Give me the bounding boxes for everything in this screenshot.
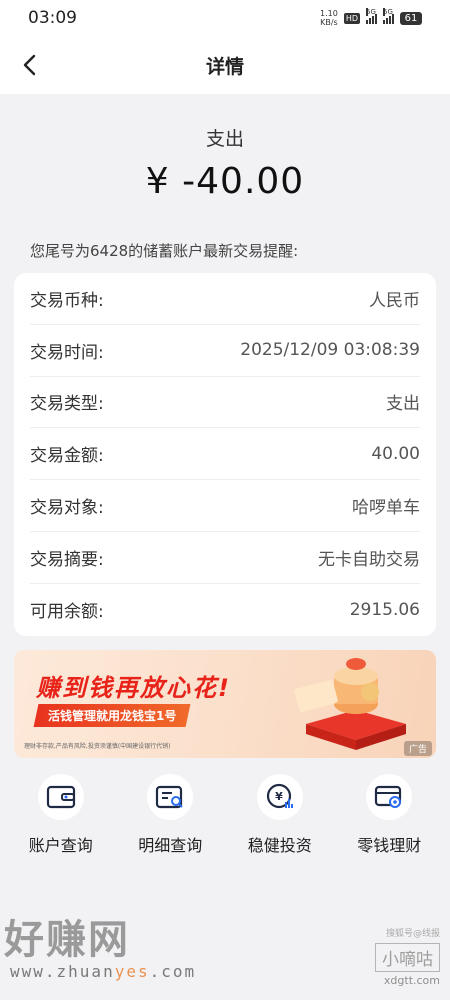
detail-row-type: 交易类型: 支出 [30, 377, 420, 429]
wallet-icon [37, 773, 84, 820]
status-icons: 1.10 KB/s HD 5G 5G 61 [320, 8, 422, 27]
detail-row-time: 交易时间: 2025/12/09 03:08:39 [30, 325, 420, 377]
quick-link-small-change[interactable]: 零钱理财 [339, 773, 439, 856]
svg-text:¥: ¥ [275, 790, 283, 803]
watermark-url-highlight: yes [114, 962, 150, 981]
detail-label: 交易摘要: [30, 549, 104, 570]
ad-badge: 广告 [403, 740, 432, 756]
page-title: 详情 [205, 55, 244, 78]
detail-value: 40.00 [371, 443, 420, 464]
watermark-url-suffix: .com [149, 962, 197, 981]
detail-label: 交易类型: [30, 394, 104, 415]
chevron-left-icon [23, 54, 36, 76]
detail-row-currency: 交易币种: 人民币 [30, 273, 420, 325]
watermark-right-box: 小嘀咕 [375, 943, 440, 972]
quick-link-account-query[interactable]: 账户查询 [11, 773, 111, 856]
quick-link-detail-query[interactable]: 明细查询 [120, 773, 220, 856]
network-speed: 1.10 KB/s [320, 9, 338, 27]
banner-subtitle: 活钱管理就用龙钱宝1号 [33, 703, 191, 727]
banner-headline: 赚到钱再放心花! [36, 673, 231, 702]
hd-icon: HD [343, 12, 360, 24]
banner-subtitle-text: 活钱管理就用龙钱宝1号 [48, 708, 177, 723]
detail-row-amount: 交易金额: 40.00 [30, 428, 420, 481]
account-notice: 您尾号为6428的储蓄账户最新交易提醒: [30, 242, 299, 260]
card-coin-icon [366, 773, 413, 820]
quick-link-label: 零钱理财 [357, 835, 422, 855]
detail-label: 交易对象: [30, 498, 104, 519]
watermark-left: 好赚网 www.zhuanyes.com [4, 918, 196, 981]
detail-label: 交易金额: [30, 446, 104, 467]
watermark-right-url: xdgtt.com [383, 974, 440, 987]
battery-icon: 61 [400, 11, 422, 25]
watermark-right: 搜狐号@线报 小嘀咕 xdgtt.com [375, 926, 440, 987]
quick-link-label: 明细查询 [138, 835, 203, 855]
quick-link-label: 稳健投资 [247, 835, 312, 855]
detail-value: 支出 [386, 394, 420, 415]
list-search-icon [147, 773, 194, 820]
detail-row-summary: 交易摘要: 无卡自助交易 [30, 532, 420, 584]
detail-label: 可用余额: [30, 602, 104, 623]
signal-icon-2: 5G [383, 8, 394, 24]
detail-value: 2915.06 [349, 599, 420, 620]
detail-row-balance: 可用余额: 2915.06 [30, 584, 420, 636]
transaction-amount: ¥ -40.00 [145, 161, 305, 202]
back-button[interactable] [12, 48, 46, 82]
signal-icon: 5G [366, 8, 377, 24]
gift-podium-illustration [294, 657, 406, 750]
quick-link-label: 账户查询 [28, 835, 93, 855]
network-speed-unit: KB/s [320, 18, 338, 27]
sim1-label: 5G [366, 8, 376, 16]
detail-value: 无卡自助交易 [318, 549, 420, 570]
promo-banner[interactable]: 赚到钱再放心花! 活钱管理就用龙钱宝1号 理财非存款,产品有风险,投资须谨慎(中… [14, 649, 436, 758]
watermark-left-title: 好赚网 [4, 917, 130, 963]
watermark-right-small: 搜狐号@线报 [385, 929, 440, 939]
status-time: 03:09 [28, 8, 77, 28]
transaction-summary: 支出 ¥ -40.00 [0, 94, 450, 202]
banner-disclaimer: 理财非存款,产品有风险,投资须谨慎(中国建设银行代销) [24, 742, 171, 750]
detail-card: 交易币种: 人民币 交易时间: 2025/12/09 03:08:39 交易类型… [14, 273, 436, 636]
detail-label: 交易时间: [30, 342, 104, 363]
watermark-url-prefix: www.zhuan [10, 962, 115, 981]
watermark-left-url: www.zhuanyes.com [10, 962, 196, 981]
status-bar: 03:09 1.10 KB/s HD 5G 5G 61 [0, 0, 450, 36]
transaction-type: 支出 [205, 128, 244, 150]
sim2-label: 5G [383, 8, 393, 16]
detail-value: 人民币 [369, 290, 420, 311]
detail-value: 2025/12/09 03:08:39 [240, 340, 420, 361]
nav-bar: 详情 [0, 36, 450, 94]
detail-label: 交易币种: [30, 290, 104, 311]
network-speed-value: 1.10 [320, 9, 338, 18]
quick-link-investment[interactable]: ¥ 稳健投资 [230, 773, 330, 856]
yuan-chart-icon: ¥ [256, 773, 303, 820]
detail-value: 哈啰单车 [352, 498, 420, 519]
quick-links: 账户查询 明细查询 ¥ 稳健投资 零钱理财 [0, 773, 450, 856]
detail-row-counterparty: 交易对象: 哈啰单车 [30, 480, 420, 532]
